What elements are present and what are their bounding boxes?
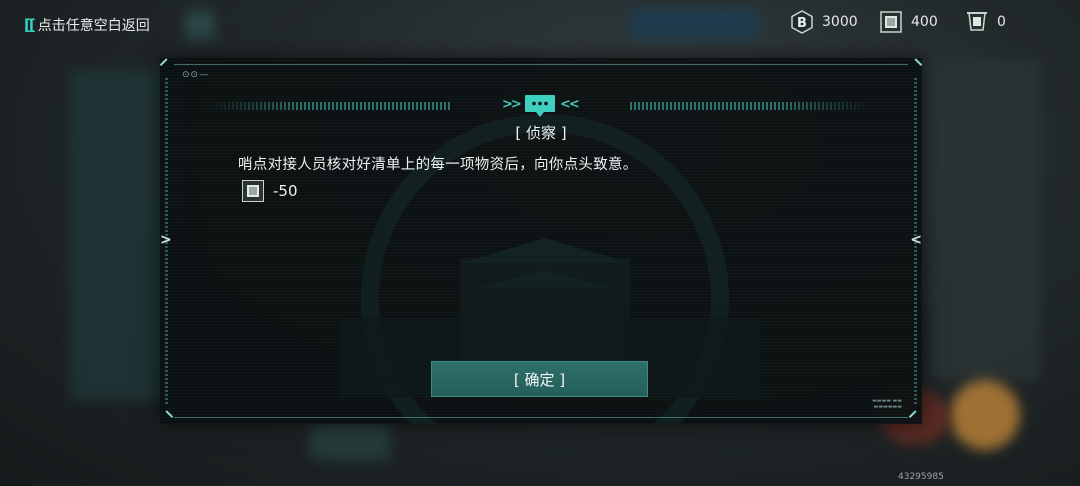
dialog-header: >> << [208, 95, 872, 117]
coin-b-icon: B [790, 10, 814, 34]
resource-coins[interactable]: B 3000 [790, 10, 858, 34]
resource-coins-value: 3000 [822, 14, 858, 30]
back-hint[interactable]: [[ 点击任意空白返回 [24, 14, 150, 36]
double-chevron-right-icon: >> [502, 97, 522, 112]
confirm-button-label: [ 确定 ] [513, 370, 566, 389]
resource-tickets-value: 0 [997, 14, 1006, 30]
cost-value: -50 [273, 182, 298, 200]
double-bracket-icon: [[ [24, 16, 36, 34]
header-stripe-right [630, 102, 872, 110]
double-chevron-left-icon: << [560, 97, 580, 112]
player-uid: 43295985 [898, 472, 944, 482]
chevron-right-icon: > [160, 232, 172, 248]
svg-text:B: B [797, 16, 807, 31]
cost-row: -50 [242, 180, 298, 202]
chat-bubble-icon [525, 95, 555, 117]
resource-supplies[interactable]: 400 [879, 10, 938, 34]
dialog-title: [ 侦察 ] [515, 124, 567, 142]
dialog-message: 哨点对接人员核对好清单上的每一项物资后，向你点头致意。 [238, 157, 638, 173]
scout-dialog: > < ⊙⊙— >> << [ 侦察 ] 哨点对接人员核对好清单上的每一项物资后… [159, 58, 923, 424]
resource-tickets[interactable]: 0 [965, 10, 1006, 34]
chevron-left-icon: < [910, 232, 922, 248]
back-hint-label: 点击任意空白返回 [37, 18, 150, 34]
decorative-microtext: ▬▬▬▬ ▬▬ ▬▬▬▬▬▬ [872, 398, 902, 410]
header-stripe-left [208, 102, 450, 110]
supply-crate-icon [242, 180, 264, 202]
resource-supplies-value: 400 [911, 14, 938, 30]
supply-crate-icon [879, 10, 903, 34]
status-dots-icon: ⊙⊙— [182, 70, 210, 80]
frame-top-line [174, 64, 908, 65]
frame-bottom-line [174, 417, 908, 418]
ticket-icon [965, 10, 989, 34]
confirm-button[interactable]: [ 确定 ] [431, 361, 648, 397]
